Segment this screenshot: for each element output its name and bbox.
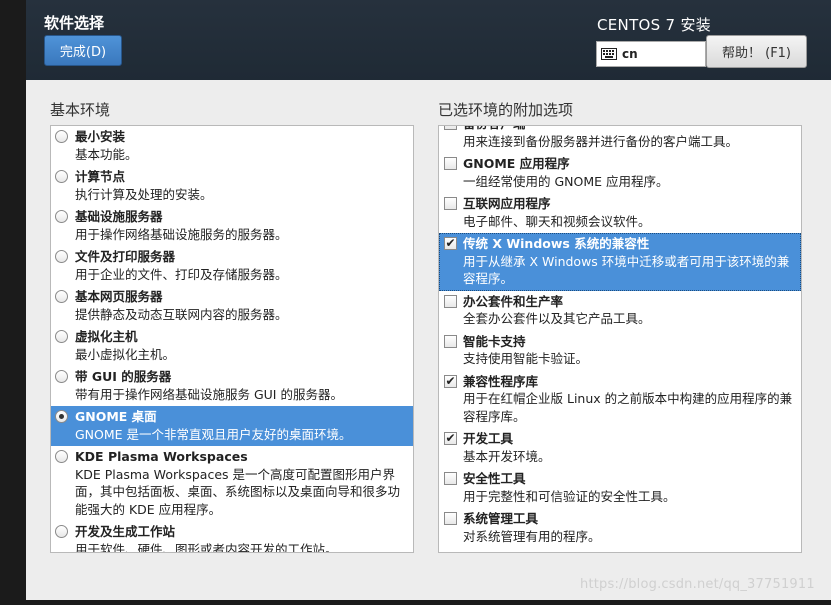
addon-description: 用于在红帽企业版 Linux 的之前版本中构建的应用程序的兼容程序库。 [463, 391, 793, 424]
environment-name: 虚拟化主机 [75, 329, 138, 344]
checkbox[interactable] [444, 197, 457, 210]
checkbox-checked-icon[interactable]: ✔ [444, 432, 457, 445]
environment-description: 用于企业的文件、打印及存储服务器。 [75, 266, 288, 282]
environment-item[interactable]: 基本网页服务器提供静态及动态互联网内容的服务器。 [51, 286, 413, 326]
environment-description: 最小虚拟化主机。 [75, 346, 176, 362]
checkbox[interactable] [444, 126, 457, 130]
header-bar: 软件选择 完成(D) CENTOS 7 安装 cn 帮助！ (F1) [26, 0, 831, 80]
addon-name: 传统 X Windows 系统的兼容性 [463, 236, 650, 251]
environment-item[interactable]: 带 GUI 的服务器带有用于操作网络基础设施服务 GUI 的服务器。 [51, 366, 413, 406]
addon-name: 安全性工具 [463, 471, 526, 486]
environment-description: 执行计算及处理的安装。 [75, 186, 213, 202]
environment-name: 基础设施服务器 [75, 209, 163, 224]
checkbox-checked-icon[interactable]: ✔ [444, 237, 457, 250]
environment-item[interactable]: 基础设施服务器用于操作网络基础设施服务的服务器。 [51, 206, 413, 246]
radio-button[interactable] [55, 525, 68, 538]
checkbox[interactable] [444, 472, 457, 485]
environment-name: 开发及生成工作站 [75, 524, 176, 539]
environment-item[interactable]: 计算节点执行计算及处理的安装。 [51, 166, 413, 206]
radio-button[interactable] [55, 290, 68, 303]
addon-description: 用来连接到备份服务器并进行备份的客户端工具。 [463, 133, 739, 149]
addon-name: 办公套件和生产率 [463, 293, 564, 309]
environment-item[interactable]: KDE Plasma Workspaces KDE Plasma Workspac… [51, 446, 413, 521]
radio-button[interactable] [55, 130, 68, 143]
environment-item[interactable]: 最小安装 基本功能。 [51, 126, 413, 166]
environment-description: 用于操作网络基础设施服务的服务器。 [75, 226, 288, 242]
checkbox[interactable] [444, 294, 457, 308]
radio-button[interactable] [55, 450, 68, 463]
addon-name: 系统管理工具 [463, 511, 539, 526]
environment-item[interactable]: 文件及打印服务器用于企业的文件、打印及存储服务器。 [51, 246, 413, 286]
environment-description: 用于软件、硬件、图形或者内容开发的工作站。 [75, 541, 338, 553]
environment-name: 基本网页服务器 [75, 289, 163, 304]
environment-name: 文件及打印服务器 [75, 249, 176, 264]
radio-button[interactable] [55, 250, 68, 263]
addon-item[interactable]: 智能卡支持支持使用智能卡验证。 [439, 331, 801, 371]
addon-description: 对系统管理有用的程序。 [463, 528, 601, 544]
addon-name: GNOME 应用程序 [463, 156, 570, 171]
page-title: 软件选择 [44, 14, 105, 32]
environment-name: KDE Plasma Workspaces [75, 449, 248, 464]
checkbox[interactable] [444, 334, 457, 348]
environment-description: GNOME 是一个非常直观且用户友好的桌面环境。 [75, 426, 352, 442]
keyboard-layout-indicator[interactable]: cn [596, 41, 706, 67]
environment-name: 计算节点 [75, 169, 126, 184]
addon-description: 全套办公套件以及其它产品工具。 [463, 311, 651, 326]
addon-description: 电子邮件、聊天和视频会议软件。 [463, 213, 651, 229]
addon-item[interactable]: 安全性工具用于完整性和可信验证的安全性工具。 [439, 468, 801, 508]
addon-item[interactable]: 办公套件和生产率全套办公套件以及其它产品工具。 [439, 291, 801, 331]
radio-button[interactable] [55, 170, 68, 183]
addon-item[interactable]: ✔ 传统 X Windows 系统的兼容性用于从继承 X Windows 环境中迁… [439, 233, 801, 291]
done-button[interactable]: 完成(D) [44, 35, 122, 66]
addon-name: 备份客户端 [463, 126, 795, 133]
addons-title: 已选环境的附加选项 [438, 101, 574, 119]
environment-item[interactable]: GNOME 桌面 GNOME 是一个非常直观且用户友好的桌面环境。 [51, 406, 413, 446]
checkbox[interactable] [444, 512, 457, 525]
radio-button[interactable] [55, 410, 68, 423]
environment-description: 提供静态及动态互联网内容的服务器。 [75, 306, 288, 322]
environment-description: 基本功能。 [75, 146, 138, 162]
keyboard-layout-label: cn [622, 47, 638, 61]
addon-description: 一组经常使用的 GNOME 应用程序。 [463, 173, 669, 189]
environment-item[interactable]: 开发及生成工作站用于软件、硬件、图形或者内容开发的工作站。 [51, 521, 413, 553]
addon-list: 备份客户端用来连接到备份服务器并进行备份的客户端工具。GNOME 应用程序一组经… [439, 126, 801, 548]
addon-description: 用于从继承 X Windows 环境中迁移或者可用于该环境的兼容程序。 [463, 253, 790, 287]
addon-name: 智能卡支持 [463, 333, 526, 349]
addon-item[interactable]: ✔ 开发工具基本开发环境。 [439, 428, 801, 468]
addon-name: 兼容性程序库 [463, 373, 539, 389]
keyboard-icon [601, 48, 617, 60]
environment-name: 最小安装 [75, 129, 126, 144]
installer-window: 软件选择 完成(D) CENTOS 7 安装 cn 帮助！ (F1) 基本环境 … [0, 0, 831, 605]
radio-button[interactable] [55, 330, 68, 343]
radio-button[interactable] [55, 210, 68, 223]
environment-description: KDE Plasma Workspaces 是一个高度可配置图形用户界面，其中包… [75, 466, 401, 517]
environments-title: 基本环境 [50, 101, 111, 119]
environment-name: 带 GUI 的服务器 [75, 369, 172, 384]
addon-name: 开发工具 [463, 431, 514, 446]
environment-item[interactable]: 虚拟化主机最小虚拟化主机。 [51, 326, 413, 366]
environment-list: 最小安装基本功能。计算节点执行计算及处理的安装。 基础设施服务器用于操作网络基础设… [51, 126, 413, 553]
radio-button[interactable] [55, 370, 68, 383]
addon-item[interactable]: 系统管理工具对系统管理有用的程序。 [439, 508, 801, 548]
addon-item[interactable]: 备份客户端用来连接到备份服务器并进行备份的客户端工具。 [439, 126, 801, 153]
addon-item[interactable]: ✔ 兼容性程序库用于在红帽企业版 Linux 的之前版本中构建的应用程序的兼容程序… [439, 371, 801, 429]
help-button[interactable]: 帮助！ (F1) [706, 35, 807, 68]
addon-description: 基本开发环境。 [463, 448, 551, 464]
install-title: CENTOS 7 安装 [597, 16, 712, 34]
addon-item[interactable]: GNOME 应用程序一组经常使用的 GNOME 应用程序。 [439, 153, 801, 193]
addon-item[interactable]: 互联网应用程序电子邮件、聊天和视频会议软件。 [439, 193, 801, 233]
addon-name: 互联网应用程序 [463, 196, 551, 211]
addon-description: 用于完整性和可信验证的安全性工具。 [463, 488, 676, 504]
environment-description: 带有用于操作网络基础设施服务 GUI 的服务器。 [75, 386, 343, 402]
checkbox[interactable] [444, 157, 457, 170]
content-area: 基本环境 已选环境的附加选项 最小安装 基本功能。 计算节点 执行计算及处理的安装。基… [26, 80, 831, 600]
addon-list-panel[interactable]: 备份客户端用来连接到备份服务器并进行备份的客户端工具。GNOME 应用程序一组经… [438, 125, 802, 553]
checkbox-checked-icon[interactable]: ✔ [444, 374, 457, 388]
watermark: https://blog.csdn.net/qq_37751911 [580, 577, 815, 592]
environment-list-panel[interactable]: 最小安装基本功能。计算节点执行计算及处理的安装。 基础设施服务器用于操作网络基础设… [50, 125, 414, 553]
addon-description: 支持使用智能卡验证。 [463, 351, 589, 366]
environment-name: GNOME 桌面 [75, 409, 157, 424]
